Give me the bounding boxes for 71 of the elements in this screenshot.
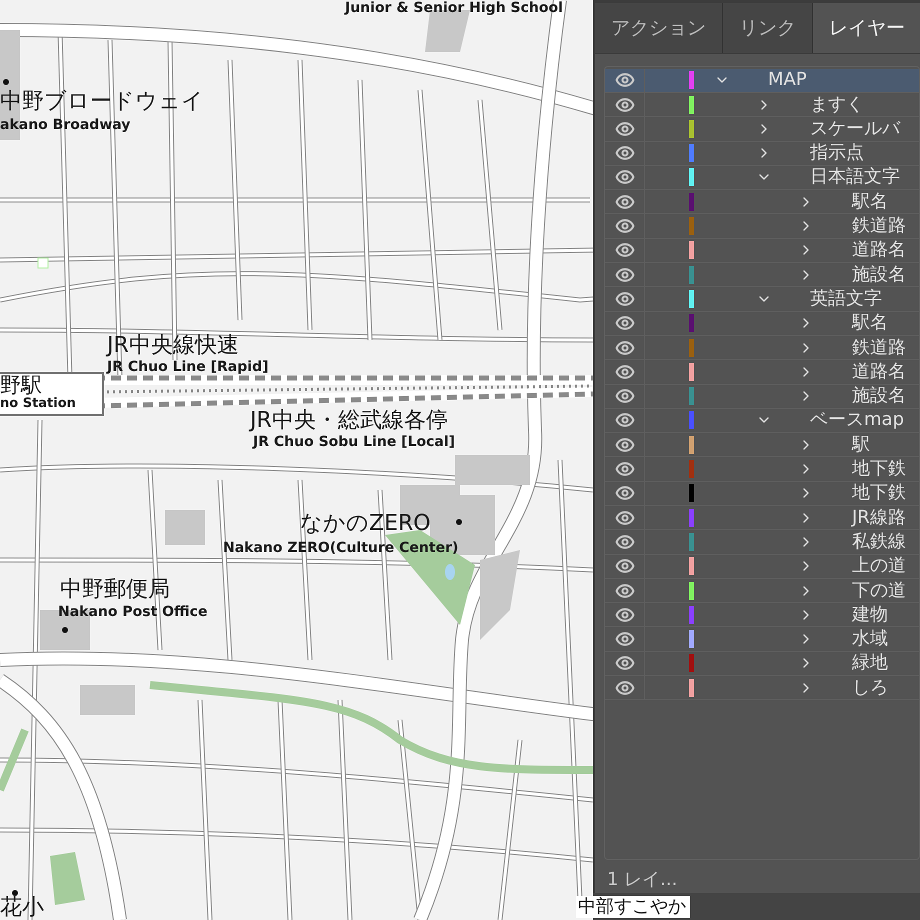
layer-name: MAP — [768, 71, 807, 90]
layer-name: スケールバ — [810, 120, 900, 138]
layer-name: 英語文字 — [810, 290, 882, 308]
layer-count-status: 1 レイ... — [607, 868, 678, 892]
layer-row[interactable]: 道路名 — [605, 238, 919, 264]
layer-name: ベースmap — [810, 411, 904, 430]
layer-row[interactable]: 水域 — [605, 627, 919, 652]
map-label: Junior & Senior High School — [345, 0, 563, 18]
layer-name: 下の道 — [852, 582, 906, 600]
layer-row[interactable]: しろ — [605, 676, 919, 700]
layer-name: 地下鉄 — [852, 460, 906, 478]
map-label: 中野郵便局 — [60, 576, 170, 604]
map-label: 中野ブロードウェイ — [0, 88, 204, 116]
layer-name: 施設名 — [852, 266, 906, 284]
layer-row[interactable]: 鉄道路 — [605, 336, 919, 360]
layer-name: 水域 — [852, 630, 888, 648]
layer-row[interactable]: MAP — [605, 68, 919, 93]
layer-name: 鉄道路 — [852, 338, 906, 357]
layer-name: 緑地 — [852, 654, 888, 672]
layer-row[interactable]: 駅 — [605, 433, 919, 458]
layer-row[interactable]: 道路名 — [605, 360, 919, 384]
layer-row[interactable]: 上の道 — [605, 554, 919, 579]
layer-row[interactable]: 施設名 — [605, 384, 919, 409]
map-label: 花小 — [0, 894, 44, 920]
map-label: akano Broadway — [0, 117, 130, 134]
layer-name: 鉄道路 — [852, 217, 906, 236]
layer-row[interactable]: 駅名 — [605, 312, 919, 336]
layer-name: 道路名 — [852, 241, 906, 260]
layer-name: 私鉄線 — [852, 532, 906, 551]
layer-row[interactable]: 下の道 — [605, 578, 919, 604]
layer-row[interactable]: 建物 — [605, 603, 919, 628]
layer-name: ますく — [810, 96, 864, 114]
layer-row[interactable]: 私鉄線 — [605, 530, 919, 555]
layer-row[interactable]: 指示点 — [605, 142, 919, 166]
map-label: なかのZERO — [300, 510, 431, 538]
map-label: JR中央線快速 — [107, 332, 239, 360]
layer-row[interactable]: 英語文字 — [605, 287, 919, 312]
map-label: JR Chuo Sobu Line [Local] — [253, 434, 456, 452]
layer-name: 駅名 — [852, 314, 888, 332]
layer-row[interactable]: スケールバ — [605, 117, 919, 142]
map-label: 中部すこやか — [576, 896, 690, 918]
layer-row[interactable]: 鉄道路 — [605, 214, 919, 239]
layer-name: しろ — [852, 678, 888, 697]
layer-name: JR線路 — [852, 508, 906, 527]
panel-tab[interactable]: レイヤー — [813, 3, 920, 53]
map-label: JR Chuo Line [Rapid] — [107, 359, 268, 376]
layer-row[interactable]: 日本語文字 — [605, 166, 919, 190]
layer-name: 上の道 — [852, 557, 906, 576]
layer-name: 指示点 — [810, 144, 864, 162]
layer-name: 駅名 — [852, 192, 888, 211]
map-label: Nakano ZERO(Culture Center) — [223, 540, 458, 558]
layer-row[interactable]: ますく — [605, 92, 919, 118]
layer-name: 地下鉄 — [852, 484, 906, 502]
panel-tab[interactable]: アクション — [595, 3, 723, 53]
station-name-english: no Station — [0, 396, 77, 413]
layer-name: 施設名 — [852, 387, 906, 406]
layer-name: 道路名 — [852, 362, 906, 381]
map-label: JR中央・総武線各停 — [250, 407, 448, 434]
layer-row[interactable]: JR線路 — [605, 506, 919, 530]
layer-row[interactable]: 地下鉄 — [605, 457, 919, 482]
layer-name: 日本語文字 — [810, 168, 900, 186]
panel-tab[interactable]: リンク — [723, 3, 813, 53]
layer-row[interactable]: 施設名 — [605, 263, 919, 288]
layer-row[interactable]: 緑地 — [605, 652, 919, 676]
map-label: Nakano Post Office — [58, 604, 208, 622]
layer-row[interactable]: ベースmap — [605, 408, 919, 434]
layer-name: 駅 — [852, 436, 870, 454]
layer-row[interactable]: 地下鉄 — [605, 482, 919, 506]
layer-name: 建物 — [852, 606, 888, 624]
layer-row[interactable]: 駅名 — [605, 190, 919, 214]
station-name: 野駅 — [0, 375, 42, 396]
